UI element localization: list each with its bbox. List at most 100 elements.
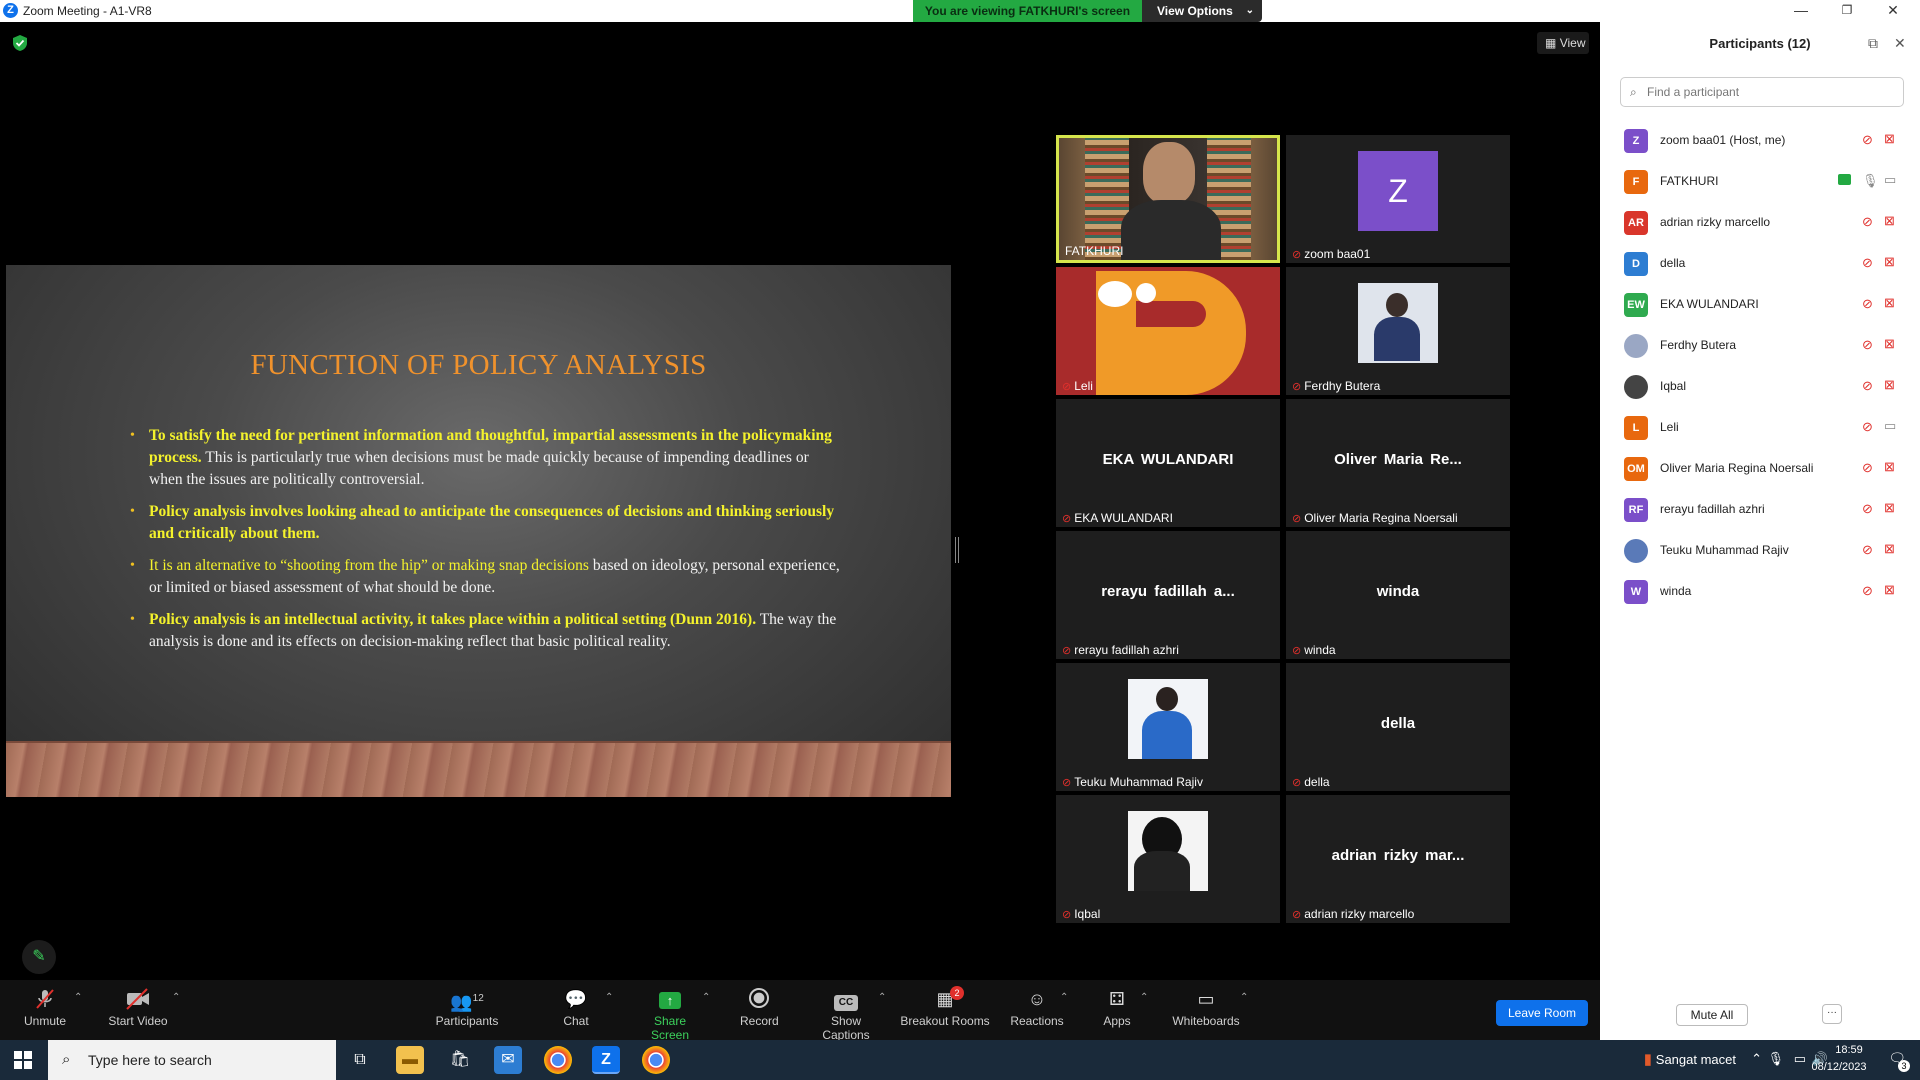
video-tile[interactable]: Z ⊘ zoom baa01 bbox=[1286, 135, 1510, 263]
participants-count: 12 bbox=[472, 993, 484, 1004]
participant-row[interactable]: OM Oliver Maria Regina Noersali ⊘ ⊠ bbox=[1600, 448, 1920, 489]
video-tile[interactable]: rerayu fadillah a... ⊘ rerayu fadillah azh… bbox=[1056, 531, 1280, 659]
view-layout-button[interactable]: ▦ View bbox=[1537, 32, 1589, 54]
search-icon: ⌕ bbox=[1630, 85, 1637, 99]
participant-name: Iqbal bbox=[1660, 379, 1687, 393]
tile-name-label: ⊘ Ferdhy Butera bbox=[1292, 379, 1380, 393]
participant-row[interactable]: RF rerayu fadillah azhri ⊘ ⊠ bbox=[1600, 489, 1920, 530]
muted-mic-icon[interactable]: ⊘ bbox=[1862, 132, 1873, 148]
participant-row[interactable]: AR adrian rizky marcello ⊘ ⊠ bbox=[1600, 202, 1920, 243]
participant-row[interactable]: Iqbal ⊘ ⊠ bbox=[1600, 366, 1920, 407]
participant-row[interactable]: Zzoom baa01 (Host, me) ⊘ ⊠ bbox=[1600, 120, 1920, 161]
reactions-options-caret[interactable]: ⌃ bbox=[1060, 992, 1068, 1003]
muted-mic-icon[interactable]: ⊘ bbox=[1862, 296, 1873, 312]
video-tile[interactable]: ⊘ Teuku Muhammad Rajiv bbox=[1056, 663, 1280, 791]
whiteboards-options-caret[interactable]: ⌃ bbox=[1240, 992, 1248, 1003]
apps-options-caret[interactable]: ⌃ bbox=[1140, 992, 1148, 1003]
bullet-dot-icon: • bbox=[130, 558, 135, 573]
breakout-rooms-button[interactable]: ▦ 2 Breakout Rooms bbox=[900, 986, 990, 1028]
video-tile[interactable]: adrian rizky mar... ⊘ adrian rizky marcell… bbox=[1286, 795, 1510, 923]
muted-mic-icon[interactable]: ⊘ bbox=[1862, 501, 1873, 517]
apps-button[interactable]: ⚃ Apps bbox=[1102, 988, 1132, 1028]
video-tile[interactable]: della ⊘ della bbox=[1286, 663, 1510, 791]
mic-tray-icon[interactable]: 🎙 bbox=[1767, 1051, 1784, 1067]
muted-mic-icon[interactable]: ⊘ bbox=[1862, 542, 1873, 558]
participant-row[interactable]: L Leli ⊘ ▭ bbox=[1600, 407, 1920, 448]
chat-button[interactable]: 💬 Chat bbox=[560, 988, 592, 1028]
show-captions-button[interactable]: CC Show Captions bbox=[806, 988, 886, 1042]
unmute-label: Unmute bbox=[23, 1014, 67, 1028]
muted-mic-icon: ⊘ bbox=[1292, 513, 1302, 525]
chrome-profile-icon[interactable] bbox=[642, 1046, 670, 1074]
participants-button[interactable]: 👥12 Participants bbox=[434, 988, 500, 1028]
participant-row[interactable]: Teuku Muhammad Rajiv ⊘ ⊠ bbox=[1600, 530, 1920, 571]
tile-name-label: ⊘ Leli bbox=[1062, 379, 1093, 393]
clock-time[interactable]: 18:59 bbox=[1824, 1044, 1874, 1056]
minimize-button[interactable]: — bbox=[1778, 0, 1824, 22]
muted-mic-icon[interactable]: ⊘ bbox=[1862, 337, 1873, 353]
view-options-button[interactable]: View Options ⌄ bbox=[1142, 0, 1262, 22]
slide-bullet-text: Policy analysis involves looking ahead t… bbox=[149, 503, 835, 542]
person-head bbox=[1143, 142, 1195, 204]
close-panel-icon[interactable]: ✕ bbox=[1894, 35, 1906, 52]
mic-icon[interactable]: 🎙 bbox=[1862, 173, 1879, 189]
audio-options-caret[interactable]: ⌃ bbox=[74, 992, 82, 1003]
unmute-button[interactable]: Unmute bbox=[22, 988, 68, 1028]
tile-name-label: ⊘ Iqbal bbox=[1062, 907, 1100, 921]
start-video-button[interactable]: Start Video bbox=[106, 988, 170, 1028]
tile-name-label: ⊘ adrian rizky marcello bbox=[1292, 907, 1414, 921]
taskbar-search-box[interactable]: ⌕ Type here to search bbox=[48, 1040, 336, 1080]
smiley-plus-icon: ☺ bbox=[1027, 989, 1047, 1009]
weather-text[interactable]: Sangat macet bbox=[1656, 1052, 1736, 1067]
more-options-button[interactable]: ··· bbox=[1822, 1004, 1842, 1024]
participants-panel: Participants (12) ⧉ ✕ ⌕ Find a participa… bbox=[1600, 22, 1920, 1040]
video-tile[interactable]: Oliver Maria Re... ⊘ Oliver Maria Regina N… bbox=[1286, 399, 1510, 527]
muted-mic-icon[interactable]: ⊘ bbox=[1862, 419, 1873, 435]
restore-button[interactable]: ❐ bbox=[1824, 0, 1870, 22]
participant-row[interactable]: F FATKHURI 🎙 ▭ bbox=[1600, 161, 1920, 202]
participant-search-input[interactable]: ⌕ Find a participant bbox=[1620, 77, 1904, 107]
ms-store-icon[interactable]: 🛍 bbox=[446, 1046, 474, 1074]
participant-row[interactable]: EW EKA WULANDARI ⊘ ⊠ bbox=[1600, 284, 1920, 325]
zoom-taskbar-icon[interactable]: Z bbox=[592, 1046, 620, 1074]
video-tile[interactable]: ⊘ Ferdhy Butera bbox=[1286, 267, 1510, 395]
clock-date[interactable]: 08/12/2023 bbox=[1804, 1061, 1874, 1073]
security-shield-icon[interactable] bbox=[12, 34, 28, 52]
video-tile[interactable]: FATKHURI bbox=[1056, 135, 1280, 263]
muted-mic-icon[interactable]: ⊘ bbox=[1862, 460, 1873, 476]
popout-icon[interactable]: ⧉ bbox=[1868, 35, 1878, 52]
captions-options-caret[interactable]: ⌃ bbox=[878, 992, 886, 1003]
whiteboards-button[interactable]: ▭ Whiteboards bbox=[1170, 988, 1242, 1028]
chevron-up-icon[interactable]: ⌃ bbox=[1751, 1051, 1762, 1067]
chat-options-caret[interactable]: ⌃ bbox=[605, 992, 613, 1003]
video-tile[interactable]: winda ⊘ winda bbox=[1286, 531, 1510, 659]
video-tile[interactable]: ⊘ Leli bbox=[1056, 267, 1280, 395]
share-options-caret[interactable]: ⌃ bbox=[702, 992, 710, 1003]
video-tile[interactable]: ⊘ Iqbal bbox=[1056, 795, 1280, 923]
task-view-icon[interactable]: ⧉ bbox=[346, 1046, 374, 1074]
apps-icon: ⚃ bbox=[1109, 989, 1125, 1009]
video-options-caret[interactable]: ⌃ bbox=[172, 992, 180, 1003]
reactions-button[interactable]: ☺ Reactions bbox=[1010, 988, 1064, 1028]
close-window-button[interactable]: ✕ bbox=[1870, 0, 1916, 22]
participant-row[interactable]: Ddella ⊘ ⊠ bbox=[1600, 243, 1920, 284]
avatar: L bbox=[1624, 416, 1648, 440]
muted-mic-icon[interactable]: ⊘ bbox=[1862, 214, 1873, 230]
participant-row[interactable]: Ferdhy Butera ⊘ ⊠ bbox=[1600, 325, 1920, 366]
share-screen-button[interactable]: ↑ Share Screen bbox=[634, 988, 706, 1042]
file-explorer-icon[interactable]: ▬ bbox=[396, 1046, 424, 1074]
record-button[interactable]: Record bbox=[740, 988, 779, 1028]
leave-room-button[interactable]: Leave Room bbox=[1496, 1000, 1588, 1026]
video-tile[interactable]: EKA WULANDARI ⊘ EKA WULANDARI bbox=[1056, 399, 1280, 527]
mail-icon[interactable]: ✉ bbox=[494, 1046, 522, 1074]
chrome-icon[interactable] bbox=[544, 1046, 572, 1074]
resize-divider-handle[interactable] bbox=[955, 537, 959, 563]
windows-start-icon[interactable] bbox=[14, 1051, 32, 1069]
participant-row[interactable]: Wwinda ⊘ ⊠ bbox=[1600, 571, 1920, 612]
annotate-pencil-icon[interactable]: ✎ bbox=[22, 940, 56, 974]
muted-mic-icon[interactable]: ⊘ bbox=[1862, 583, 1873, 599]
muted-mic-icon[interactable]: ⊘ bbox=[1862, 378, 1873, 394]
muted-mic-icon[interactable]: ⊘ bbox=[1862, 255, 1873, 271]
mute-all-button[interactable]: Mute All bbox=[1676, 1004, 1748, 1026]
avatar bbox=[1624, 334, 1648, 358]
